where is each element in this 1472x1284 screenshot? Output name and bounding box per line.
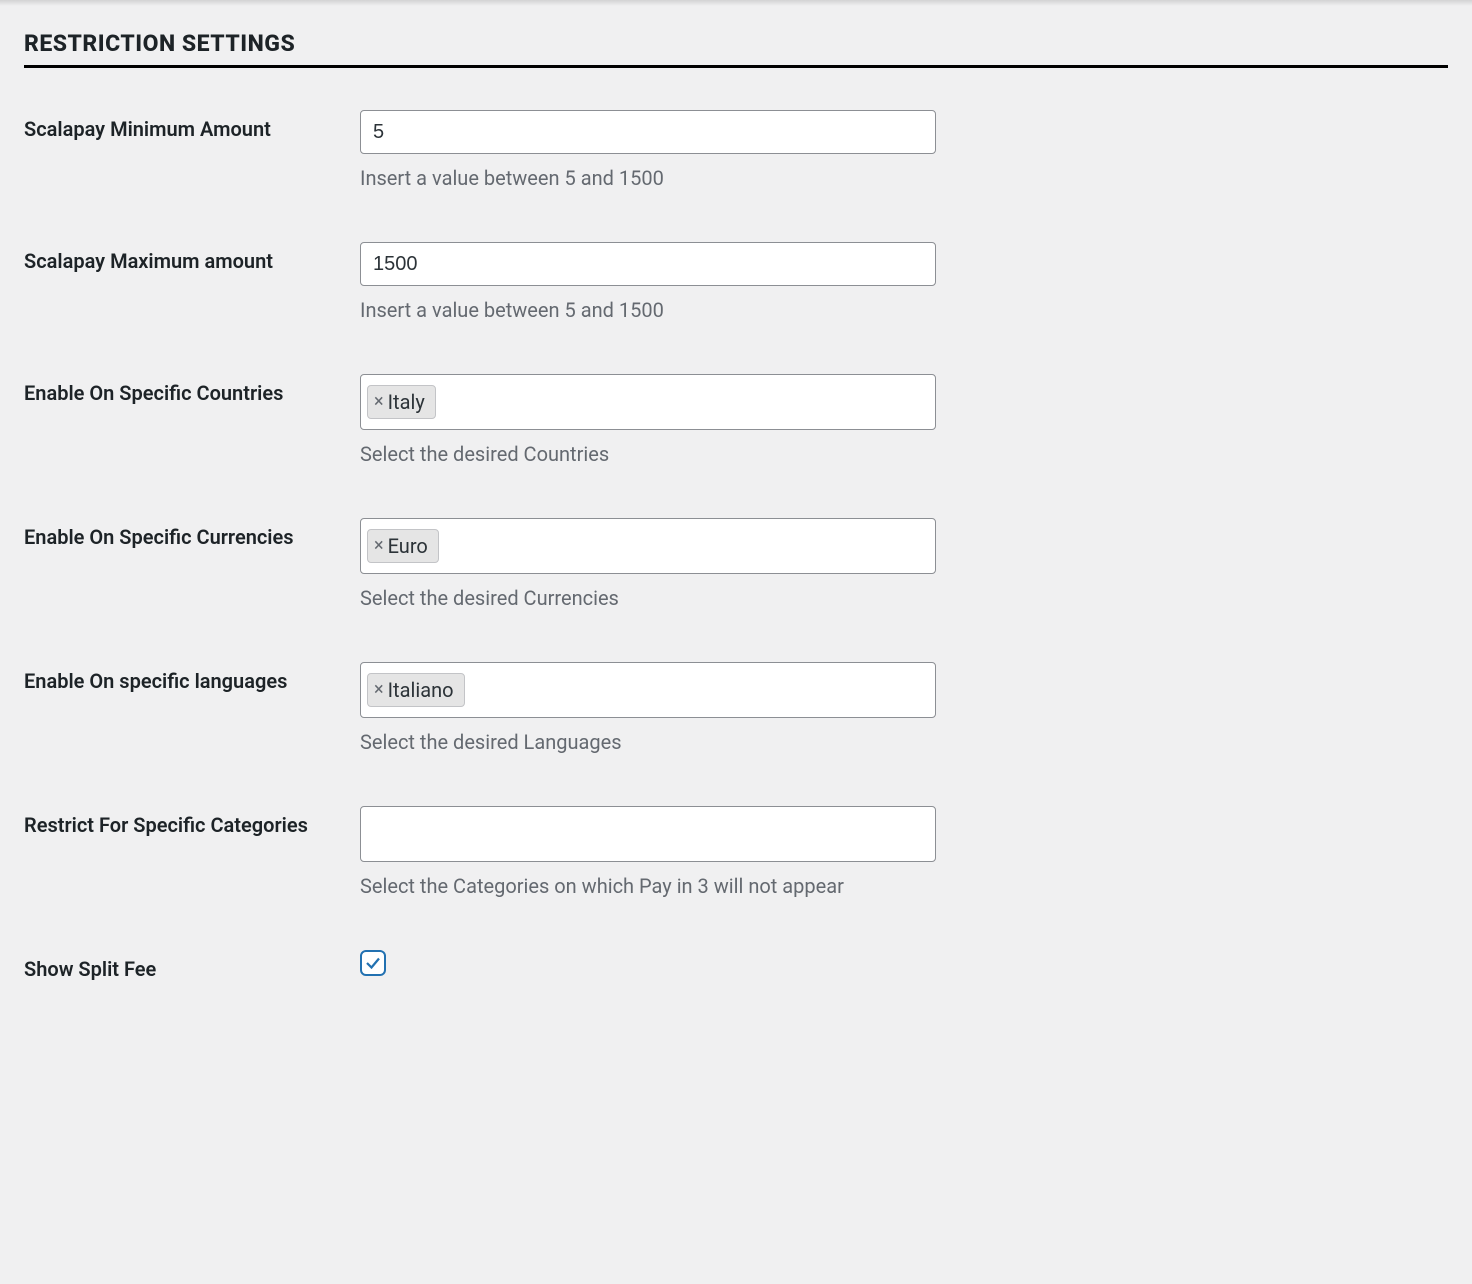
max-amount-description: Insert a value between 5 and 1500 (360, 298, 1438, 322)
row-min-amount: Scalapay Minimum Amount Insert a value b… (24, 78, 1448, 210)
row-currencies: Enable On Specific Currencies × Euro Sel… (24, 486, 1448, 630)
country-tag[interactable]: × Italy (367, 385, 436, 419)
min-amount-description: Insert a value between 5 and 1500 (360, 166, 1438, 190)
languages-description: Select the desired Languages (360, 730, 1438, 754)
label-min-amount: Scalapay Minimum Amount (24, 78, 360, 210)
row-countries: Enable On Specific Countries × Italy Sel… (24, 342, 1448, 486)
settings-form: RESTRICTION SETTINGS Scalapay Minimum Am… (0, 6, 1472, 1063)
check-icon (364, 954, 382, 972)
label-currencies: Enable On Specific Currencies (24, 486, 360, 630)
max-amount-input[interactable] (360, 242, 936, 286)
currency-tag[interactable]: × Euro (367, 529, 439, 563)
label-languages: Enable On specific languages (24, 630, 360, 774)
section-heading: RESTRICTION SETTINGS (24, 30, 1448, 68)
countries-select[interactable]: × Italy (360, 374, 936, 430)
close-icon[interactable]: × (374, 537, 384, 555)
languages-select[interactable]: × Italiano (360, 662, 936, 718)
label-countries: Enable On Specific Countries (24, 342, 360, 486)
label-max-amount: Scalapay Maximum amount (24, 210, 360, 342)
currencies-description: Select the desired Currencies (360, 586, 1438, 610)
label-split-fee: Show Split Fee (24, 918, 360, 1003)
currencies-select[interactable]: × Euro (360, 518, 936, 574)
close-icon[interactable]: × (374, 681, 384, 699)
row-categories: Restrict For Specific Categories Select … (24, 774, 1448, 918)
min-amount-input[interactable] (360, 110, 936, 154)
countries-description: Select the desired Countries (360, 442, 1438, 466)
row-split-fee: Show Split Fee (24, 918, 1448, 1003)
split-fee-checkbox[interactable] (360, 950, 386, 976)
categories-description: Select the Categories on which Pay in 3 … (360, 874, 1438, 898)
label-categories: Restrict For Specific Categories (24, 774, 360, 918)
row-max-amount: Scalapay Maximum amount Insert a value b… (24, 210, 1448, 342)
tag-label: Italy (388, 390, 425, 414)
row-languages: Enable On specific languages × Italiano … (24, 630, 1448, 774)
language-tag[interactable]: × Italiano (367, 673, 465, 707)
tag-label: Italiano (388, 678, 454, 702)
categories-select[interactable] (360, 806, 936, 862)
tag-label: Euro (388, 534, 428, 558)
form-table: Scalapay Minimum Amount Insert a value b… (24, 78, 1448, 1003)
close-icon[interactable]: × (374, 393, 384, 411)
